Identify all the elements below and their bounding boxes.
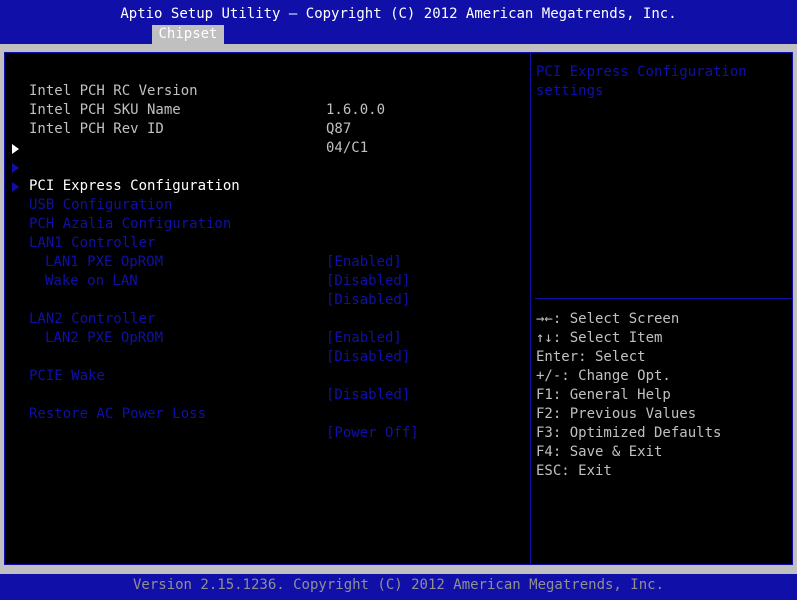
option-label: Restore AC Power Loss <box>29 406 207 422</box>
key-hint-optimized-defaults: F3: Optimized Defaults <box>536 425 722 441</box>
option-lan2-pxe-oprom[interactable]: LAN2 PXE OpROM [Disabled] <box>5 310 530 365</box>
option-wake-on-lan[interactable]: Wake on LAN [Disabled] <box>5 253 530 308</box>
utility-title: Aptio Setup Utility – Copyright (C) 2012… <box>120 6 677 22</box>
settings-pane: Intel PCH RC Version 1.6.0.0 Intel PCH S… <box>4 52 531 565</box>
key-hint-general-help: F1: General Help <box>536 387 671 403</box>
option-label: PCIE Wake <box>29 368 105 384</box>
key-hint-esc-exit: ESC: Exit <box>536 463 612 479</box>
option-lan2-controller[interactable]: LAN2 Controller [Enabled] <box>5 291 530 346</box>
header-bar: Aptio Setup Utility – Copyright (C) 2012… <box>0 0 797 44</box>
help-description: PCI Express Configuration settings <box>536 63 786 101</box>
help-line: PCI Express Configuration <box>536 64 747 80</box>
info-row-rev-id: Intel PCH Rev ID 04/C1 <box>5 101 530 156</box>
help-divider <box>535 298 792 299</box>
submenu-pch-azalia[interactable]: PCH Azalia Configuration <box>5 177 530 232</box>
key-legend: →←: Select Screen ↑↓: Select Item Enter:… <box>536 310 786 481</box>
info-row-sku-name: Intel PCH SKU Name Q87 <box>5 82 530 137</box>
triangle-right-icon <box>12 144 19 154</box>
triangle-right-icon <box>12 182 19 192</box>
help-line: settings <box>536 83 604 99</box>
option-label: LAN2 PXE OpROM <box>45 330 164 346</box>
option-lan1-pxe-oprom[interactable]: LAN1 PXE OpROM [Disabled] <box>5 234 530 289</box>
option-value[interactable]: [Power Off] <box>326 424 419 443</box>
key-hint-change-opt: +/-: Change Opt. <box>536 368 671 384</box>
key-hint-save-exit: F4: Save & Exit <box>536 444 663 460</box>
key-hint-previous-values: F2: Previous Values <box>536 406 697 422</box>
info-row-rc-version: Intel PCH RC Version 1.6.0.0 <box>5 63 530 118</box>
submenu-usb[interactable]: USB Configuration <box>5 158 530 213</box>
key-hint-select-item: ↑↓: Select Item <box>536 330 663 346</box>
key-hint-enter: Enter: Select <box>536 349 646 365</box>
option-lan1-controller[interactable]: LAN1 Controller [Enabled] <box>5 215 530 270</box>
option-label: Wake on LAN <box>45 273 138 289</box>
help-pane <box>531 52 793 565</box>
option-restore-ac-power-loss[interactable]: Restore AC Power Loss [Power Off] <box>5 386 530 441</box>
version-text: Version 2.15.1236. Copyright (C) 2012 Am… <box>132 577 664 593</box>
tab-chipset[interactable]: Chipset <box>152 25 224 44</box>
info-value: Q87 <box>326 121 352 137</box>
option-value[interactable]: [Disabled] <box>326 272 410 291</box>
submenu-pci-express[interactable]: PCI Express Configuration <box>5 139 530 194</box>
key-hint-select-screen: →←: Select Screen <box>536 311 680 327</box>
submenu-label: USB Configuration <box>29 197 173 213</box>
info-label: Intel PCH Rev ID <box>29 121 164 137</box>
footer-bar: Version 2.15.1236. Copyright (C) 2012 Am… <box>0 574 797 600</box>
triangle-right-icon <box>12 163 19 173</box>
option-value[interactable]: [Enabled] <box>326 329 402 348</box>
option-pcie-wake[interactable]: PCIE Wake [Disabled] <box>5 348 530 403</box>
